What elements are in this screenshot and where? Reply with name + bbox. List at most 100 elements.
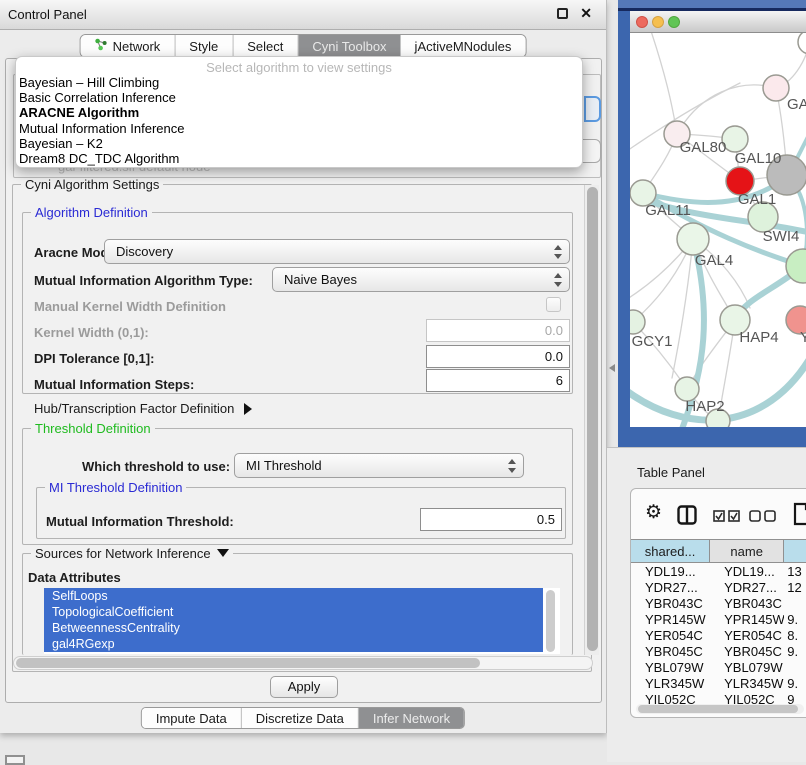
network-node[interactable]	[677, 223, 709, 255]
algorithm-item[interactable]: Basic Correlation Inference	[16, 90, 582, 105]
table-cell: YDR27...	[631, 580, 710, 596]
stepper-arrows-icon	[507, 458, 517, 474]
mi-threshold-field[interactable]: 0.5	[420, 508, 562, 531]
manual-kernel-checkbox[interactable]	[546, 297, 561, 312]
network-edge[interactable]	[650, 33, 677, 134]
table-horizontal-scrollbar[interactable]	[636, 704, 804, 714]
node-label: GAL4	[695, 252, 733, 269]
algorithm-list: Bayesian – Hill ClimbingBasic Correlatio…	[16, 75, 582, 166]
tab-discretize-data[interactable]: Discretize Data	[242, 708, 359, 728]
settings-horizontal-scrollbar[interactable]	[13, 656, 593, 670]
which-threshold-label: Which threshold to use:	[82, 459, 230, 474]
tab-infer-network[interactable]: Infer Network	[359, 708, 464, 728]
table-cell: YLR345W	[710, 676, 784, 692]
dpi-tolerance-label: DPI Tolerance [0,1]:	[34, 351, 154, 366]
split-pane-handle-icon[interactable]	[609, 364, 615, 372]
tab-network[interactable]: Network	[81, 35, 176, 57]
table-row[interactable]: YDL19...YDL19...13	[631, 564, 806, 580]
table-cell: 9.	[784, 612, 806, 628]
table-row[interactable]: YBR045CYBR045C9.	[631, 644, 806, 660]
network-canvas[interactable]: GAL80GAL10GAL1GAL11SWI4GAL4GCY1HAP4HAP2G…	[630, 33, 806, 427]
table-cell: YIL052C	[631, 692, 710, 704]
table-cell: 9.	[784, 676, 806, 692]
page-icon[interactable]	[793, 502, 806, 531]
control-panel-window: Control Panel ✕ Network Style Select Cyn…	[0, 0, 607, 733]
table-cell: YDL19...	[631, 564, 710, 580]
columns-icon[interactable]	[677, 505, 697, 530]
table-header-row: shared...name	[631, 539, 806, 563]
stepper-arrows-icon	[553, 272, 563, 288]
data-attributes-list[interactable]: SelfLoopsTopologicalCoefficientBetweenne…	[44, 588, 560, 654]
network-view-frame: GAL80GAL10GAL1GAL11SWI4GAL4GCY1HAP4HAP2G…	[618, 0, 806, 447]
network-node[interactable]	[763, 75, 789, 101]
float-window-icon[interactable]	[557, 8, 568, 19]
which-threshold-select[interactable]: MI Threshold	[234, 453, 524, 478]
table-cell	[784, 596, 806, 612]
mi-type-label: Mutual Information Algorithm Type:	[34, 273, 253, 288]
table-row[interactable]: YER054CYER054C8.	[631, 628, 806, 644]
table-row[interactable]: YBR043CYBR043C	[631, 596, 806, 612]
node-label: GAL	[787, 96, 806, 113]
tab-style[interactable]: Style	[175, 35, 233, 57]
close-traffic-icon[interactable]	[636, 16, 648, 28]
close-icon[interactable]: ✕	[580, 5, 592, 22]
table-cell: 13	[784, 564, 806, 580]
hub-definition-label: Hub/Transcription Factor Definition	[34, 401, 234, 416]
attribute-item-selected[interactable]: SelfLoops	[44, 588, 543, 604]
tab-jactivemnodules[interactable]: jActiveMNodules	[401, 35, 526, 57]
node-label: GCY1	[632, 333, 673, 350]
table-cell: YBR043C	[631, 596, 710, 612]
list-scrollbar[interactable]	[546, 590, 555, 652]
table-row[interactable]: YBL079WYBL079W	[631, 660, 806, 676]
table-toolbar: ⚙	[631, 495, 806, 535]
aracne-mode-select[interactable]: Discovery	[104, 239, 570, 264]
table-row[interactable]: YIL052CYIL052C9	[631, 692, 806, 704]
hub-definition-expander[interactable]: Hub/Transcription Factor Definition	[34, 401, 252, 416]
tab-impute-data[interactable]: Impute Data	[142, 708, 242, 728]
table-cell: 8.	[784, 628, 806, 644]
mi-steps-field[interactable]: 6	[426, 369, 570, 392]
column-header[interactable]	[784, 540, 806, 562]
zoom-traffic-icon[interactable]	[668, 16, 680, 28]
algorithm-item[interactable]: Bayesian – K2	[16, 136, 582, 151]
sources-expander[interactable]: Sources for Network Inference	[31, 546, 233, 561]
table-row[interactable]: YPR145WYPR145W9.	[631, 612, 806, 628]
network-node[interactable]	[798, 33, 806, 54]
control-panel-tabs: Network Style Select Cyni Toolbox jActiv…	[80, 34, 527, 58]
control-panel-titlebar: Control Panel ✕	[0, 0, 606, 30]
column-header[interactable]: shared...	[631, 540, 710, 562]
kernel-width-field[interactable]: 0.0	[426, 319, 570, 342]
node-label: SWI4	[763, 228, 800, 245]
table-cell: YER054C	[631, 628, 710, 644]
minimized-panel-icon[interactable]	[5, 755, 25, 765]
table-cell: YLR345W	[631, 676, 710, 692]
algorithm-item[interactable]: ARACNE Algorithm	[16, 105, 582, 120]
algorithm-popup-hint: Select algorithm to view settings	[16, 57, 582, 75]
tab-cyni-toolbox[interactable]: Cyni Toolbox	[298, 35, 400, 57]
table-row[interactable]: YLR345WYLR345W9.	[631, 676, 806, 692]
algorithm-combo-edge[interactable]	[584, 96, 601, 122]
attribute-item-selected[interactable]: TopologicalCoefficient	[44, 604, 543, 620]
table-cell: YIL052C	[710, 692, 784, 704]
unchecked-pair-icon[interactable]	[749, 510, 777, 528]
algorithm-item[interactable]: Bayesian – Hill Climbing	[16, 75, 582, 90]
column-header[interactable]: name	[710, 540, 784, 562]
node-label: HAP4	[739, 329, 778, 346]
attribute-item-selected[interactable]: BetweennessCentrality	[44, 620, 543, 636]
apply-button[interactable]: Apply	[270, 676, 338, 698]
minimize-traffic-icon[interactable]	[652, 16, 664, 28]
panel-title: Control Panel	[8, 7, 87, 22]
table-cell: YDR27...	[710, 580, 784, 596]
algorithm-item[interactable]: Dream8 DC_TDC Algorithm	[16, 151, 582, 166]
network-window-titlebar[interactable]	[630, 11, 806, 33]
attribute-item-selected[interactable]: gal4RGexp	[44, 636, 543, 652]
checked-pair-icon[interactable]	[713, 510, 741, 528]
table-row[interactable]: YDR27...YDR27...12	[631, 580, 806, 596]
dpi-tolerance-field[interactable]: 0.0	[426, 345, 570, 368]
tab-select[interactable]: Select	[233, 35, 298, 57]
mi-type-select[interactable]: Naive Bayes	[272, 267, 570, 292]
algorithm-item[interactable]: Mutual Information Inference	[16, 121, 582, 136]
tab-label: Network	[113, 39, 161, 54]
gear-icon[interactable]: ⚙	[645, 503, 662, 522]
settings-vertical-scrollbar[interactable]	[584, 185, 599, 655]
